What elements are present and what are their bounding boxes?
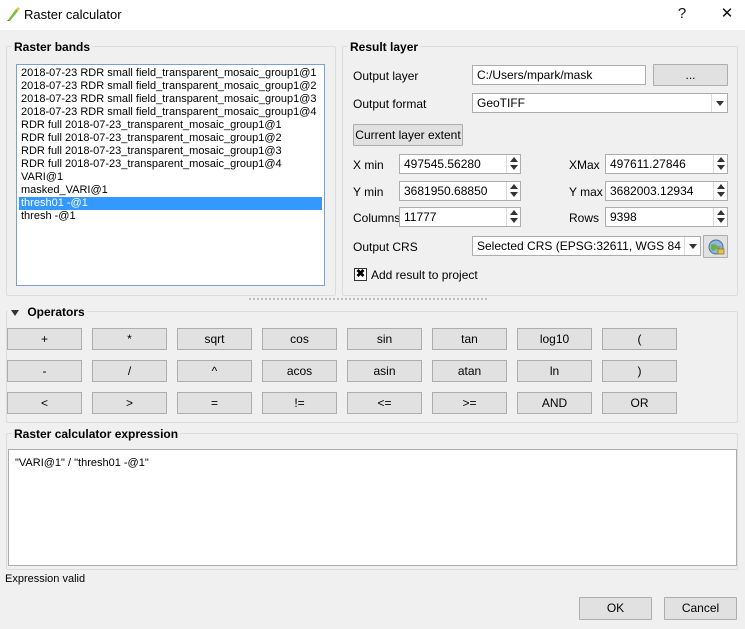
operators-header[interactable]: Operators [8, 305, 87, 319]
result-layer-title: Result layer [348, 40, 421, 54]
collapse-triangle-icon[interactable] [10, 308, 20, 318]
list-item[interactable]: thresh -@1 [19, 210, 322, 223]
splitter-handle[interactable] [248, 297, 488, 301]
operator-close-paren-button[interactable]: ) [602, 360, 677, 382]
spin-arrows-icon[interactable] [713, 208, 727, 226]
operator-asin-button[interactable]: asin [347, 360, 422, 382]
list-item[interactable]: RDR full 2018-07-23_transparent_mosaic_g… [19, 132, 322, 145]
columns-value: 11777 [404, 210, 437, 224]
rows-value: 9398 [610, 210, 637, 224]
output-format-value: GeoTIFF [477, 96, 526, 110]
chevron-down-icon[interactable] [684, 237, 700, 255]
output-layer-input[interactable]: C:/Users/mpark/mask [472, 65, 646, 85]
raster-bands-title: Raster bands [12, 40, 93, 54]
ok-button[interactable]: OK [579, 597, 652, 620]
cancel-button[interactable]: Cancel [664, 597, 737, 620]
operator-greater-than-button[interactable]: > [92, 392, 167, 414]
operator-equals-button[interactable]: = [177, 392, 252, 414]
columns-spinbox[interactable]: 11777 [399, 207, 521, 227]
operator-plus-button[interactable]: + [7, 328, 82, 350]
xmax-value: 497611.27846 [610, 157, 686, 171]
operator-not-equal-button[interactable]: != [262, 392, 337, 414]
output-layer-label: Output layer [353, 69, 419, 83]
operator-sin-button[interactable]: sin [347, 328, 422, 350]
operator-power-button[interactable]: ^ [177, 360, 252, 382]
chevron-down-icon[interactable] [711, 94, 727, 112]
spin-arrows-icon[interactable] [506, 182, 520, 200]
ymax-spinbox[interactable]: 3682003.12934 [605, 181, 728, 201]
close-button[interactable]: ✕ [716, 4, 738, 24]
output-format-label: Output format [353, 97, 427, 111]
operator-tan-button[interactable]: tan [432, 328, 507, 350]
ymax-label: Y max [569, 185, 603, 199]
operator-open-paren-button[interactable]: ( [602, 328, 677, 350]
output-crs-label: Output CRS [353, 240, 418, 254]
ymin-value: 3681950.68850 [404, 184, 488, 198]
spin-arrows-icon[interactable] [506, 208, 520, 226]
xmax-spinbox[interactable]: 497611.27846 [605, 154, 728, 174]
list-item[interactable]: masked_VARI@1 [19, 184, 322, 197]
browse-button[interactable]: ... [653, 64, 728, 86]
list-item[interactable]: 2018-07-23 RDR small field_transparent_m… [19, 93, 322, 106]
operator-cos-button[interactable]: cos [262, 328, 337, 350]
columns-label: Columns [353, 211, 401, 225]
operator-minus-button[interactable]: - [7, 360, 82, 382]
operator-less-than-button[interactable]: < [7, 392, 82, 414]
operator-and-button[interactable]: AND [517, 392, 592, 414]
xmax-label: XMax [569, 158, 600, 172]
list-item[interactable]: 2018-07-23 RDR small field_transparent_m… [19, 67, 322, 80]
add-result-label: Add result to project [371, 268, 478, 282]
globe-icon [708, 239, 724, 255]
list-item[interactable]: 2018-07-23 RDR small field_transparent_m… [19, 80, 322, 93]
expression-textarea[interactable]: "VARI@1" / "thresh01 -@1" [8, 449, 737, 566]
list-item[interactable]: RDR full 2018-07-23_transparent_mosaic_g… [19, 119, 322, 132]
operator-greater-equal-button[interactable]: >= [432, 392, 507, 414]
expression-title: Raster calculator expression [12, 427, 181, 441]
operator-atan-button[interactable]: atan [432, 360, 507, 382]
list-item[interactable]: VARI@1 [19, 171, 322, 184]
title-bar: Raster calculator ? ✕ [0, 0, 745, 30]
spin-arrows-icon[interactable] [713, 182, 727, 200]
operator-acos-button[interactable]: acos [262, 360, 337, 382]
raster-bands-list[interactable]: 2018-07-23 RDR small field_transparent_m… [16, 64, 325, 286]
list-item[interactable]: RDR full 2018-07-23_transparent_mosaic_g… [19, 158, 322, 171]
output-format-select[interactable]: GeoTIFF [472, 93, 728, 113]
operator-divide-button[interactable]: / [92, 360, 167, 382]
list-item[interactable]: 2018-07-23 RDR small field_transparent_m… [19, 106, 322, 119]
list-item-selected[interactable]: thresh01 -@1 [19, 197, 322, 210]
operator-multiply-button[interactable]: * [92, 328, 167, 350]
current-layer-extent-button[interactable]: Current layer extent [353, 124, 463, 146]
operator-ln-button[interactable]: ln [517, 360, 592, 382]
operator-less-equal-button[interactable]: <= [347, 392, 422, 414]
help-button[interactable]: ? [671, 4, 693, 24]
rows-spinbox[interactable]: 9398 [605, 207, 728, 227]
calculator-pencil-icon [7, 7, 20, 21]
window-title: Raster calculator [24, 7, 122, 22]
ymin-spinbox[interactable]: 3681950.68850 [399, 181, 521, 201]
operator-sqrt-button[interactable]: sqrt [177, 328, 252, 350]
output-crs-select[interactable]: Selected CRS (EPSG:32611, WGS 84 / UTM [472, 236, 701, 256]
rows-label: Rows [569, 211, 600, 225]
operators-title: Operators [23, 305, 85, 319]
xmin-label: X min [353, 158, 384, 172]
list-item[interactable]: RDR full 2018-07-23_transparent_mosaic_g… [19, 145, 322, 158]
ymax-value: 3682003.12934 [610, 184, 694, 198]
crs-selector-button[interactable] [703, 235, 728, 258]
xmin-value: 497545.56280 [404, 157, 481, 171]
spin-arrows-icon[interactable] [506, 155, 520, 173]
add-result-checkbox[interactable]: ✖ [354, 268, 367, 281]
expression-status: Expression valid [5, 573, 86, 585]
ymin-label: Y min [353, 185, 384, 199]
operator-or-button[interactable]: OR [602, 392, 677, 414]
output-crs-value: Selected CRS (EPSG:32611, WGS 84 / UTM [477, 239, 701, 253]
xmin-spinbox[interactable]: 497545.56280 [399, 154, 521, 174]
spin-arrows-icon[interactable] [713, 155, 727, 173]
operator-log10-button[interactable]: log10 [517, 328, 592, 350]
